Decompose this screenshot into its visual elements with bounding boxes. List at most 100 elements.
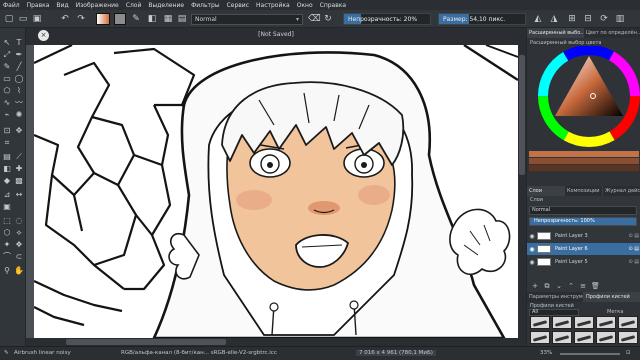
visibility-eye-icon[interactable]: ◉ [527,259,537,266]
move-layer-down-icon[interactable]: ⌄ [555,282,563,290]
tab-specific-color[interactable]: Цвет по определён... [584,28,640,38]
tab-layers[interactable]: Слои [527,186,565,196]
tab-undo-history[interactable]: Журнал действий [603,186,640,196]
brush-settings-icon[interactable]: ▤ [176,13,188,25]
tab-advanced-color[interactable]: Расширенный выбо... [527,28,584,38]
delete-layer-icon[interactable]: 🗑 [591,282,600,290]
horizontal-scroll-thumb[interactable] [66,339,226,345]
menu-layer[interactable]: Слой [126,2,142,9]
tab-brush-presets[interactable]: Профили кистей [584,292,640,302]
color-wheel[interactable] [527,46,640,184]
menu-settings[interactable]: Настройка [256,2,290,9]
brush-preset[interactable] [574,316,594,329]
brush-preset[interactable] [552,331,572,344]
undo-icon[interactable]: ↶ [59,13,71,25]
polyline-tool-icon[interactable]: ⌇ [14,86,24,96]
wrap-around-icon[interactable]: ⊞ [566,13,578,25]
new-document-icon[interactable]: ▢ [3,13,15,25]
assistant-tool-icon[interactable]: ⊿ [2,190,12,200]
rectangle-tool-icon[interactable]: ▭ [2,74,12,84]
brush-preset[interactable] [552,316,572,329]
zoom-slider[interactable] [560,353,620,355]
brush-preset[interactable] [596,331,616,344]
brush-preset[interactable] [596,316,616,329]
presets-filter-select[interactable]: All [529,309,579,316]
brush-preset[interactable] [618,316,638,329]
brush-preset[interactable] [618,331,638,344]
transform-tool-icon[interactable]: ⊡ [2,126,12,136]
smart-patch-icon[interactable]: ✚ [14,164,24,174]
colorize-mask-icon[interactable]: ◧ [2,164,12,174]
bezier-select-icon[interactable]: ⌒ [2,252,12,262]
freehand-brush-icon[interactable]: ✎ [2,62,12,72]
text-tool-icon[interactable]: T [14,38,24,48]
brush-preset[interactable] [530,316,550,329]
layer-opacity-slider[interactable]: Непрозрачность: 100% [529,217,637,226]
pattern-swatch[interactable] [114,13,126,25]
menu-select[interactable]: Выделение [148,2,184,9]
menu-edit[interactable]: Правка [27,2,50,9]
presets-tag-checkbox[interactable]: Метка [607,309,623,315]
menu-help[interactable]: Справка [320,2,346,9]
rect-select-icon[interactable]: ⬚ [2,216,12,226]
layer-lock-icons[interactable]: ⊙ ▤ [617,246,640,252]
lock-icon[interactable]: ⊟ [582,13,594,25]
brush-preset[interactable] [530,331,550,344]
measure-tool-icon[interactable]: ↔ [14,190,24,200]
move-layer-up-icon[interactable]: ⌃ [567,282,575,290]
edit-shapes-icon[interactable]: ⤢ [2,50,12,60]
layer-lock-icons[interactable]: ⊙ ▤ [617,233,640,239]
size-slider[interactable]: Размер: 54,10 пикс. [438,13,526,25]
color-picker-icon[interactable]: ⟋ [14,152,24,162]
eraser-icon[interactable]: ⌫ [308,13,321,25]
fill-tool-icon[interactable]: ◆ [2,176,12,186]
contiguous-select-icon[interactable]: ✦ [2,240,12,250]
fit-view-icon[interactable]: ⊡ [626,350,631,356]
mirror-horizontal-icon[interactable]: ◭ [532,13,544,25]
layer-lock-icons[interactable]: ⊙ ▤ [617,259,640,265]
layer-blend-select[interactable]: Normal [529,206,637,215]
magnetic-select-icon[interactable]: ⊂ [14,252,24,262]
brush-preset[interactable] [574,331,594,344]
reload-preset-icon[interactable]: ↻ [322,13,334,25]
dynamic-brush-icon[interactable]: ⌁ [2,110,12,120]
polygon-tool-icon[interactable]: ⬠ [2,86,12,96]
menu-window[interactable]: Окно [297,2,313,9]
document-tab[interactable]: × [Not Saved] [26,28,526,45]
layer-row[interactable]: ◉ Paint Layer 5 ⊙ ▤ [527,256,640,268]
redo-icon[interactable]: ↷ [75,13,87,25]
open-folder-icon[interactable]: ▭ [17,13,29,25]
duplicate-layer-icon[interactable]: ⧉ [543,282,551,291]
layer-row[interactable]: ◉ Paint Layer 3 ⊙ ▤ [527,230,640,242]
menu-tools[interactable]: Сервис [227,2,249,9]
freehand-path-icon[interactable]: 〰 [14,98,24,108]
multibrush-icon[interactable]: ✺ [14,110,24,120]
calligraphy-icon[interactable]: ✒ [14,50,24,60]
blend-mode-select[interactable]: Normal [191,14,303,25]
polygon-select-icon[interactable]: ⬡ [2,228,12,238]
similar-select-icon[interactable]: ❖ [14,240,24,250]
menu-file[interactable]: Файл [3,2,20,9]
visibility-eye-icon[interactable]: ◉ [527,233,537,240]
pan-tool-icon[interactable]: ✋ [14,266,24,276]
brush-preset-icon[interactable]: ✎ [130,13,142,25]
tab-tool-options[interactable]: Параметры инструмента [527,292,584,302]
move-tool-icon[interactable]: ✥ [14,126,24,136]
gradient-swatch[interactable] [96,13,110,25]
menu-view[interactable]: Вид [56,2,68,9]
preserve-alpha-icon[interactable]: ▦ [162,13,174,25]
menu-filters[interactable]: Фильтры [191,2,219,9]
tab-compositions[interactable]: Композиции [565,186,603,196]
drawing-canvas[interactable] [34,45,518,338]
rotate-canvas-icon[interactable]: ⟳ [598,13,610,25]
add-layer-icon[interactable]: + [531,282,539,290]
eraser-mode-icon[interactable]: ◧ [146,13,158,25]
status-zoom[interactable]: 33% [540,350,552,356]
save-icon[interactable]: ▣ [31,13,43,25]
menu-image[interactable]: Изображение [76,2,119,9]
layer-properties-icon[interactable]: ≡ [579,282,587,290]
vertical-scrollbar[interactable] [518,45,526,346]
reference-image-icon[interactable]: ▣ [2,202,12,212]
vertical-scroll-thumb[interactable] [519,55,525,175]
mirror-vertical-icon[interactable]: ◮ [548,13,560,25]
